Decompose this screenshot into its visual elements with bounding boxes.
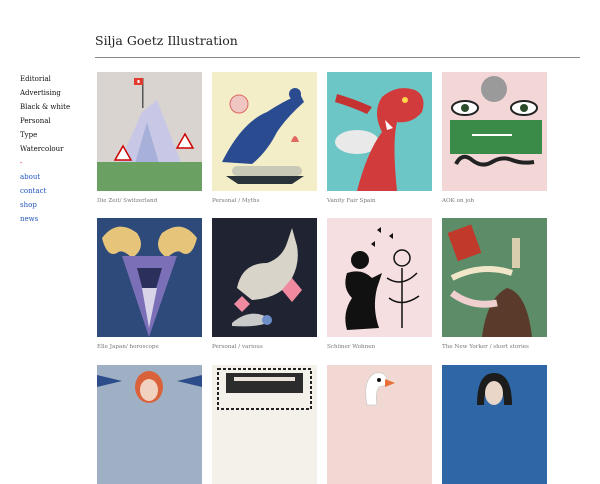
thumbnail-hare[interactable] bbox=[212, 218, 317, 337]
nav-item-personal[interactable]: Personal bbox=[20, 114, 90, 128]
thumbnail-myths[interactable] bbox=[212, 72, 317, 191]
nav-link-contact[interactable]: contact bbox=[20, 184, 90, 198]
site-header: Silja Goetz Illustration bbox=[95, 33, 580, 58]
thumbnail-swan[interactable] bbox=[327, 365, 432, 484]
nav-item-advertising[interactable]: Advertising bbox=[20, 86, 90, 100]
gallery-item[interactable]: Elle Japan/ horoscope bbox=[97, 218, 202, 350]
thumbnail-books[interactable] bbox=[442, 218, 547, 337]
sidebar-nav: Editorial Advertising Black & white Pers… bbox=[20, 72, 90, 226]
thumbnail-girl[interactable] bbox=[327, 218, 432, 337]
caption: Schöner Wohnen bbox=[327, 344, 376, 350]
nav-item-editorial[interactable]: Editorial bbox=[20, 72, 90, 86]
caption: Vanity Fair Spain bbox=[327, 198, 376, 204]
gallery-item[interactable] bbox=[97, 365, 202, 484]
thumbnail-bob-hair[interactable] bbox=[442, 365, 547, 484]
nav-link-about[interactable]: about bbox=[20, 170, 90, 184]
nav-link-news[interactable]: news bbox=[20, 212, 90, 226]
caption: Die Zeit/ Switzerland bbox=[97, 198, 158, 204]
thumbnail-ram[interactable] bbox=[97, 218, 202, 337]
nav-item-watercolour[interactable]: Watercolour bbox=[20, 142, 90, 156]
gallery-item[interactable]: Vanity Fair Spain bbox=[327, 72, 432, 204]
gallery-item[interactable]: Die Zeit/ Switzerland bbox=[97, 72, 202, 204]
thumbnail-dragon[interactable] bbox=[327, 72, 432, 191]
gallery-item[interactable] bbox=[212, 365, 317, 484]
nav-separator: - bbox=[20, 159, 23, 167]
thumbnail-stamp[interactable] bbox=[212, 365, 317, 484]
gallery-item[interactable]: AOK on job bbox=[442, 72, 547, 204]
site-title[interactable]: Silja Goetz Illustration bbox=[95, 33, 580, 48]
caption: AOK on job bbox=[442, 198, 475, 204]
thumbnail-mountain[interactable] bbox=[97, 72, 202, 191]
thumbnail-redhead[interactable] bbox=[97, 365, 202, 484]
caption: The New Yorker / short stories bbox=[442, 344, 529, 350]
nav-item-black-white[interactable]: Black & white bbox=[20, 100, 90, 114]
gallery-item[interactable]: Schöner Wohnen bbox=[327, 218, 432, 350]
caption: Elle Japan/ horoscope bbox=[97, 344, 159, 350]
gallery-item[interactable] bbox=[442, 365, 547, 484]
gallery-item[interactable] bbox=[327, 365, 432, 484]
caption: Personal / various bbox=[212, 344, 263, 350]
gallery-item[interactable]: The New Yorker / short stories bbox=[442, 218, 547, 350]
gallery-item[interactable]: Personal / Myths bbox=[212, 72, 317, 204]
nav-item-type[interactable]: Type bbox=[20, 128, 90, 142]
gallery-item[interactable]: Personal / various bbox=[212, 218, 317, 350]
nav-link-shop[interactable]: shop bbox=[20, 198, 90, 212]
thumbnail-face-sign[interactable] bbox=[442, 72, 547, 191]
caption: Personal / Myths bbox=[212, 198, 260, 204]
